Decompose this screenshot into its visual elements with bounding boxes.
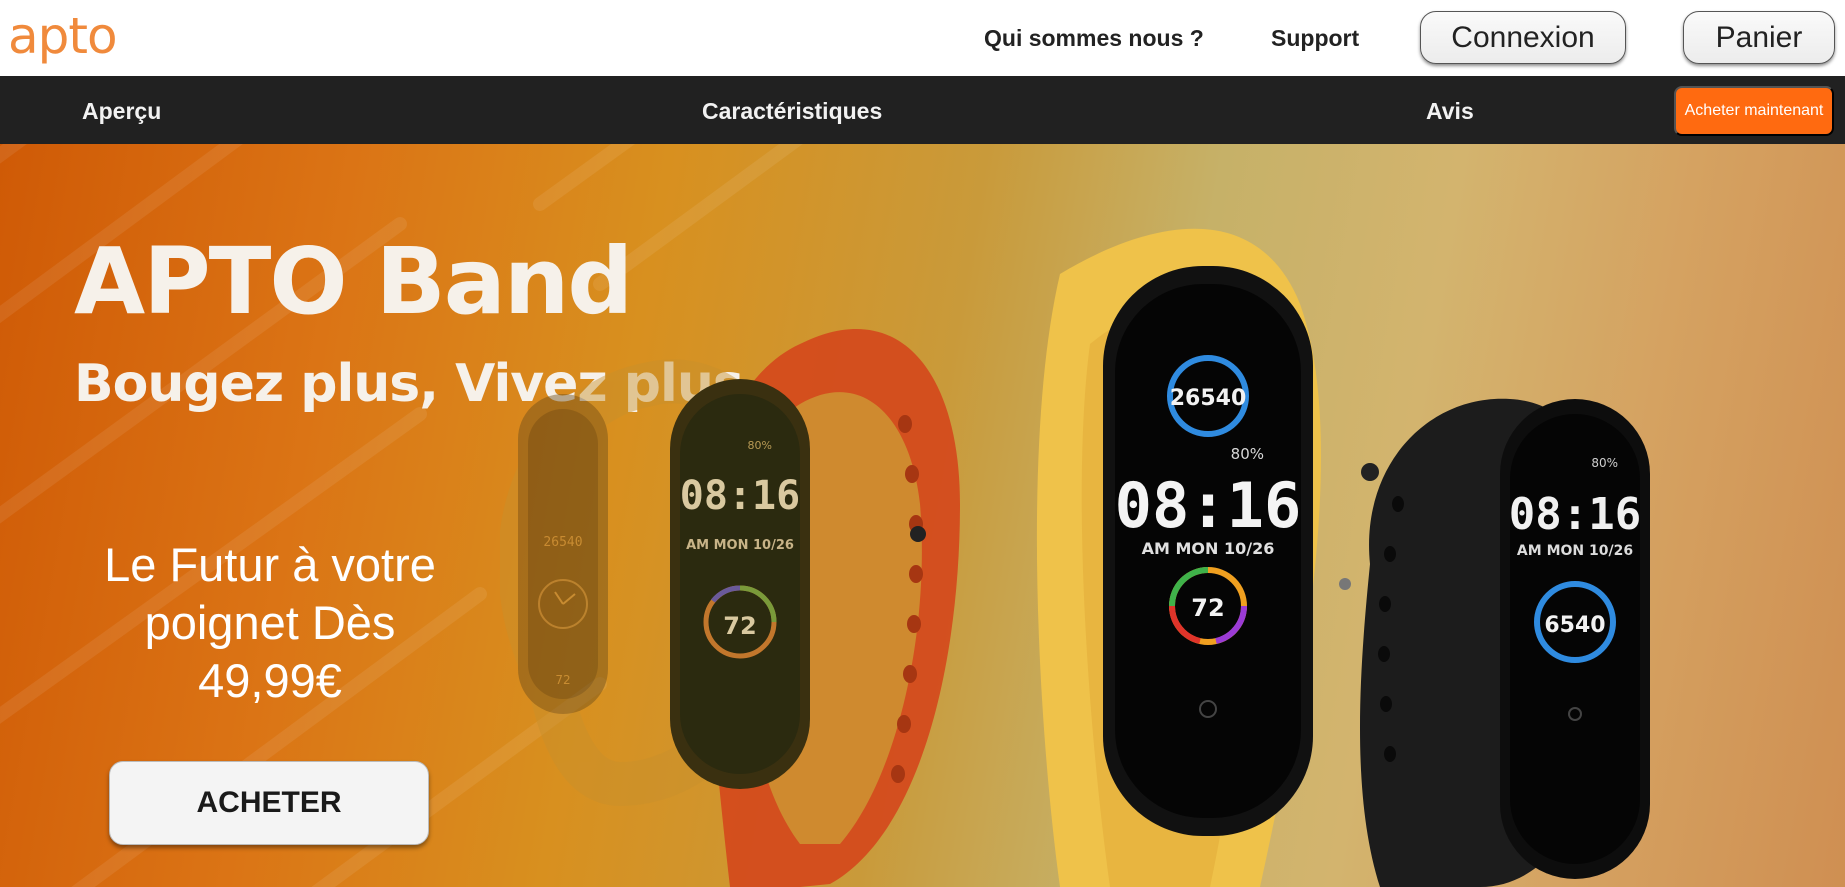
band2-date: AM MON 10/26 (686, 538, 794, 553)
band3-heart: 72 (1191, 594, 1224, 622)
band3-time: 08:16 (1115, 469, 1302, 542)
band2-battery: 80% (748, 439, 772, 452)
band-yellow: 26540 80% 08:16 AM MON 10/26 72 (1036, 228, 1379, 887)
cart-button[interactable]: Panier (1683, 11, 1835, 64)
nav-item-reviews[interactable]: Avis (1426, 98, 1474, 124)
band3-date: AM MON 10/26 (1142, 539, 1275, 558)
apto-logo[interactable]: apto (8, 6, 118, 66)
product-bands-illustration: 26540 72 80% 08:16 AM MON 10/26 72 26540… (500, 228, 1650, 887)
band4-time: 08:16 (1509, 489, 1641, 540)
band3-steps: 26540 (1170, 386, 1247, 411)
band4-battery: 80% (1591, 456, 1618, 470)
top-header: apto Qui sommes nous ? Support Connexion… (0, 0, 1845, 76)
band-orange: 80% 08:16 AM MON 10/26 72 (670, 328, 960, 887)
buy-button[interactable]: ACHETER (109, 761, 429, 845)
band2-heart: 72 (723, 612, 756, 640)
band4-date: AM MON 10/26 (1517, 543, 1633, 559)
band-black: 80% 08:16 AM MON 10/26 6540 (1339, 398, 1650, 887)
band4-steps: 6540 (1544, 613, 1605, 638)
buy-now-button[interactable]: Acheter maintenant (1674, 86, 1834, 136)
main-navbar: Aperçu Caractéristiques Avis Acheter mai… (0, 76, 1845, 144)
login-button[interactable]: Connexion (1420, 11, 1626, 64)
band2-time: 08:16 (680, 473, 800, 519)
support-link[interactable]: Support (1271, 24, 1359, 52)
hero-tagline: Le Futur à votre poignet Dès 49,99€ (104, 538, 436, 707)
band3-battery: 80% (1231, 445, 1264, 463)
band1-heart: 72 (555, 673, 570, 687)
nav-item-features[interactable]: Caractéristiques (702, 98, 882, 124)
band1-steps: 26540 (543, 535, 582, 550)
hero-banner: APTO Band Bougez plus, Vivez plus Le Fut… (0, 144, 1845, 887)
nav-item-overview[interactable]: Aperçu (82, 98, 161, 124)
about-link[interactable]: Qui sommes nous ? (984, 24, 1204, 52)
